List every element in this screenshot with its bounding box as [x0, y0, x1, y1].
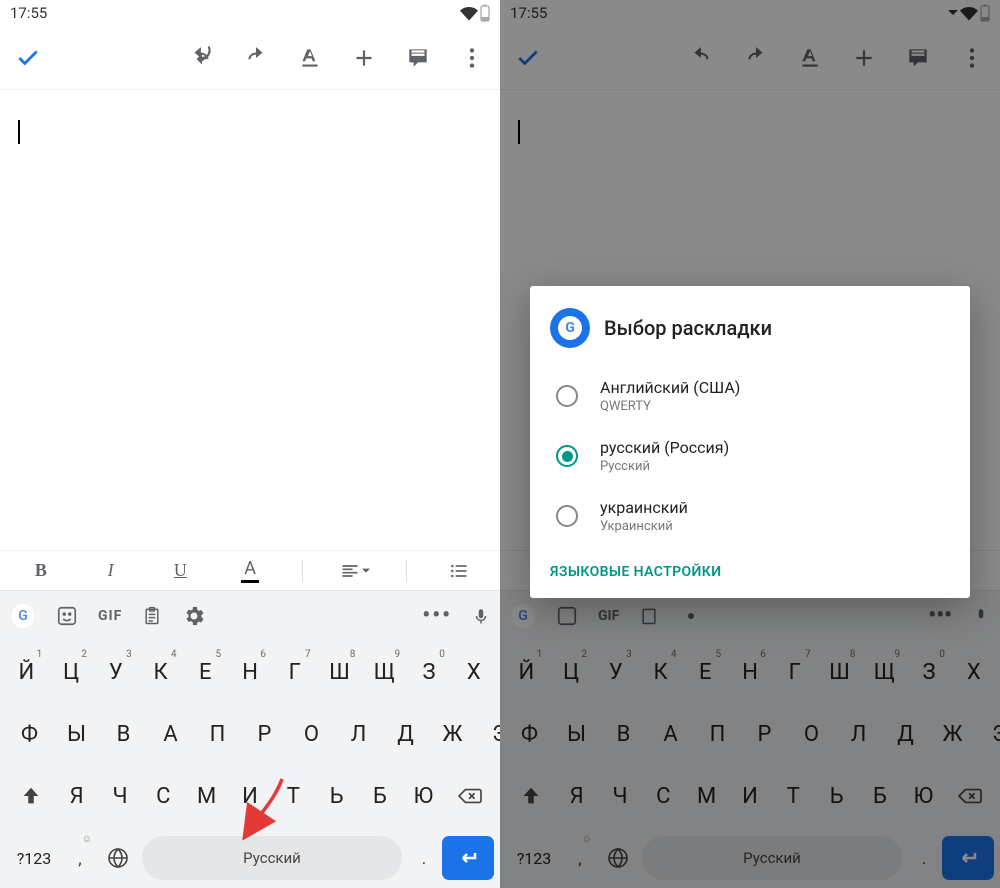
option-subtitle: QWERTY — [600, 399, 740, 414]
spacebar-key[interactable]: Русский — [142, 836, 402, 880]
undo-button[interactable] — [188, 44, 216, 72]
status-time: 17:55 — [10, 4, 47, 22]
key-Б[interactable]: Б — [360, 770, 400, 822]
key-П[interactable]: П — [196, 708, 240, 760]
comment-button[interactable] — [404, 44, 432, 72]
key-Е[interactable]: 5Е — [184, 646, 226, 698]
backspace-key[interactable] — [447, 770, 493, 822]
wifi-icon — [460, 4, 478, 22]
gboard-icon: G — [550, 308, 590, 348]
status-bar: 17:55 — [0, 0, 500, 26]
italic-button[interactable]: I — [93, 553, 129, 589]
option-subtitle: Украинский — [600, 519, 688, 534]
status-icons — [460, 4, 490, 22]
key-Х[interactable]: Х — [453, 646, 495, 698]
radio-button[interactable] — [556, 505, 578, 527]
key-У[interactable]: 3У — [95, 646, 137, 698]
key-Л[interactable]: Л — [337, 708, 381, 760]
screen-left: 17:55 B I U A G — [0, 0, 500, 888]
period-key[interactable]: . — [406, 832, 442, 884]
key-Ц[interactable]: 2Ц — [50, 646, 92, 698]
dialog-title: Выбор раскладки — [604, 316, 772, 340]
key-Й[interactable]: 1Й — [6, 646, 48, 698]
key-Ю[interactable]: Ю — [403, 770, 443, 822]
key-Н[interactable]: 6Н — [229, 646, 271, 698]
key-Ж[interactable]: Ж — [431, 708, 475, 760]
done-button[interactable] — [14, 44, 42, 72]
google-icon[interactable]: G — [10, 603, 36, 629]
key-Д[interactable]: Д — [384, 708, 428, 760]
radio-button[interactable] — [556, 385, 578, 407]
key-Ь[interactable]: Ь — [316, 770, 356, 822]
add-button[interactable] — [350, 44, 378, 72]
key-Т[interactable]: Т — [273, 770, 313, 822]
screen-right: 17:55 B I U A G — [500, 0, 1000, 888]
layout-option[interactable]: русский (Россия) Русский — [550, 426, 950, 486]
key-А[interactable]: А — [149, 708, 193, 760]
key-Ы[interactable]: Ы — [55, 708, 99, 760]
layout-option[interactable]: украинский Украинский — [550, 486, 950, 546]
text-cursor — [18, 120, 20, 144]
keyboard: 1Й2Ц3У4К5Е6Н7Г8Ш9Щ0ЗХ ФЫВАПРОЛДЖЭ ЯЧСМИТ… — [0, 640, 500, 888]
radio-button[interactable] — [556, 445, 578, 467]
enter-key[interactable] — [442, 836, 494, 880]
list-button[interactable] — [441, 553, 477, 589]
language-settings-link[interactable]: ЯЗЫКОВЫЕ НАСТРОЙКИ — [550, 564, 950, 580]
key-Ш[interactable]: 8Ш — [319, 646, 361, 698]
key-Ч[interactable]: Ч — [100, 770, 140, 822]
key-К[interactable]: 4К — [140, 646, 182, 698]
key-З[interactable]: 0З — [408, 646, 450, 698]
layout-dialog: G Выбор раскладки Английский (США) QWERTY… — [530, 286, 970, 598]
battery-icon — [480, 4, 490, 22]
key-Р[interactable]: Р — [243, 708, 287, 760]
option-title: русский (Россия) — [600, 438, 729, 457]
key-Г[interactable]: 7Г — [274, 646, 316, 698]
option-title: украинский — [600, 498, 688, 517]
comma-key[interactable]: ☺, — [62, 832, 98, 884]
layout-option[interactable]: Английский (США) QWERTY — [550, 366, 950, 426]
key-С[interactable]: С — [143, 770, 183, 822]
option-title: Английский (США) — [600, 378, 740, 397]
bold-button[interactable]: B — [23, 553, 59, 589]
document-area[interactable] — [0, 90, 500, 550]
separator — [302, 560, 303, 582]
key-М[interactable]: М — [186, 770, 226, 822]
app-toolbar — [0, 26, 500, 90]
option-subtitle: Русский — [600, 459, 729, 474]
key-В[interactable]: В — [102, 708, 146, 760]
key-Щ[interactable]: 9Щ — [363, 646, 405, 698]
separator — [406, 560, 407, 582]
shift-key[interactable] — [8, 770, 54, 822]
format-toolbar: B I U A — [0, 550, 500, 590]
more-menu-button[interactable] — [458, 44, 486, 72]
key-Ф[interactable]: Ф — [8, 708, 52, 760]
symbols-key[interactable]: ?123 — [6, 832, 62, 884]
key-Э[interactable]: Э — [478, 708, 501, 760]
gif-button[interactable]: GIF — [98, 608, 122, 624]
sticker-icon[interactable] — [56, 605, 78, 627]
text-color-button[interactable]: A — [232, 553, 268, 589]
key-О[interactable]: О — [290, 708, 334, 760]
align-button[interactable] — [337, 553, 373, 589]
settings-icon[interactable] — [182, 604, 206, 628]
key-И[interactable]: И — [230, 770, 270, 822]
underline-button[interactable]: U — [162, 553, 198, 589]
mic-icon[interactable] — [472, 605, 490, 627]
language-switch-key[interactable] — [98, 832, 138, 884]
keyboard-suggestion-bar: G GIF ••• — [0, 590, 500, 640]
text-format-button[interactable] — [296, 44, 324, 72]
redo-button[interactable] — [242, 44, 270, 72]
key-Я[interactable]: Я — [57, 770, 97, 822]
more-icon[interactable]: ••• — [422, 603, 452, 628]
clipboard-icon[interactable] — [142, 605, 162, 627]
